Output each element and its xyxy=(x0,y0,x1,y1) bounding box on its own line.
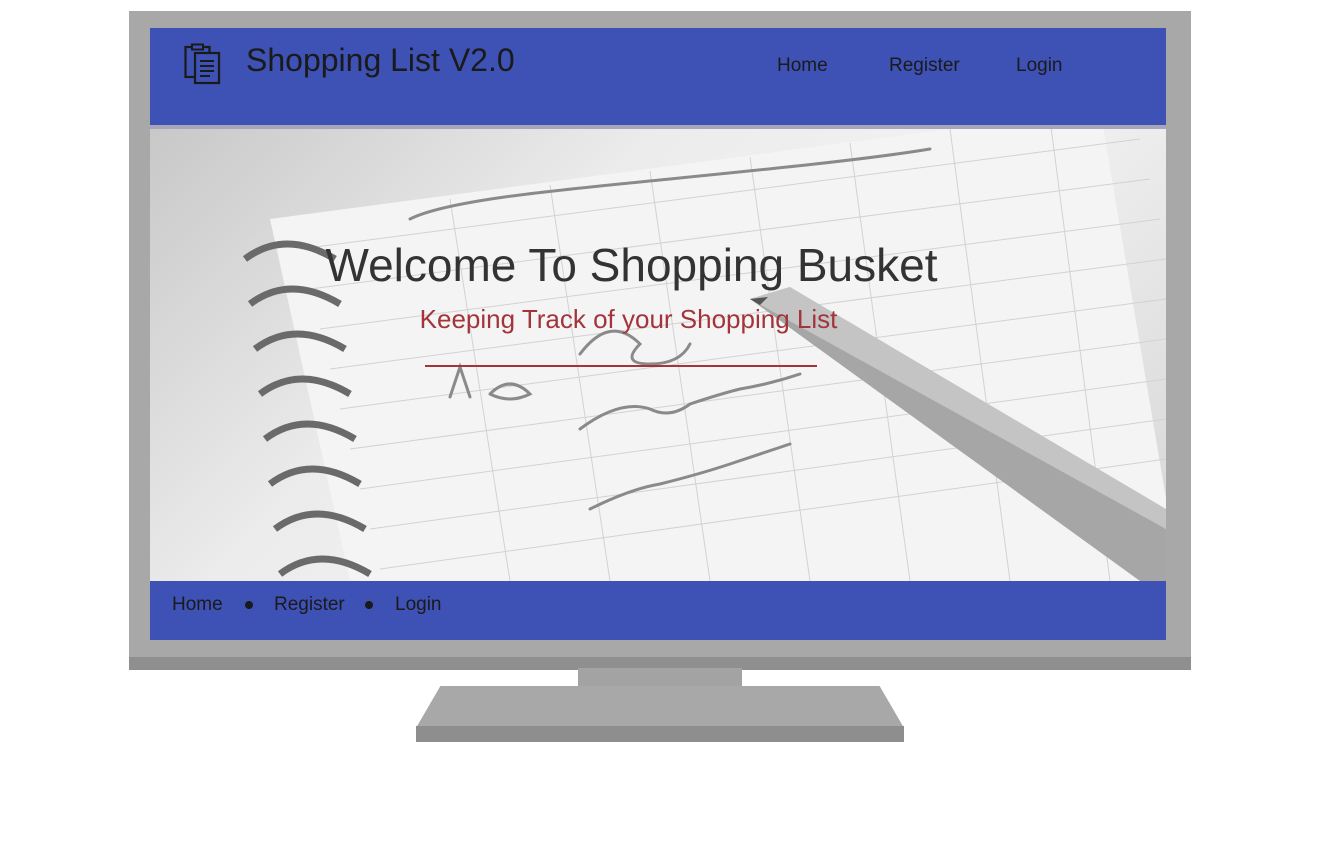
monitor-stand-base xyxy=(416,686,904,728)
clipboard-list-icon xyxy=(184,43,222,85)
nav-home-link[interactable]: Home xyxy=(777,55,828,77)
site-title: Shopping List V2.0 xyxy=(246,42,515,78)
site-header: Shopping List V2.0 Home Register Login xyxy=(150,28,1166,125)
notebook-pencil-illustration xyxy=(242,129,1166,581)
site-footer: Home Register Login xyxy=(150,581,1166,640)
footer-register-link[interactable]: Register xyxy=(274,594,345,616)
monitor-stand-foot xyxy=(416,726,904,742)
bullet-separator xyxy=(245,601,253,609)
monitor-screen: Shopping List V2.0 Home Register Login W… xyxy=(150,28,1166,640)
footer-login-link[interactable]: Login xyxy=(395,594,442,616)
hero-subtitle: Keeping Track of your Shopping List xyxy=(419,304,838,334)
footer-home-link[interactable]: Home xyxy=(172,594,223,616)
hero-banner: Welcome To Shopping Busket Keeping Track… xyxy=(150,129,1166,581)
hero-title: Welcome To Shopping Busket xyxy=(325,239,938,291)
nav-register-link[interactable]: Register xyxy=(889,55,960,77)
hero-divider xyxy=(425,365,817,367)
bullet-separator xyxy=(365,601,373,609)
nav-login-link[interactable]: Login xyxy=(1016,55,1063,77)
